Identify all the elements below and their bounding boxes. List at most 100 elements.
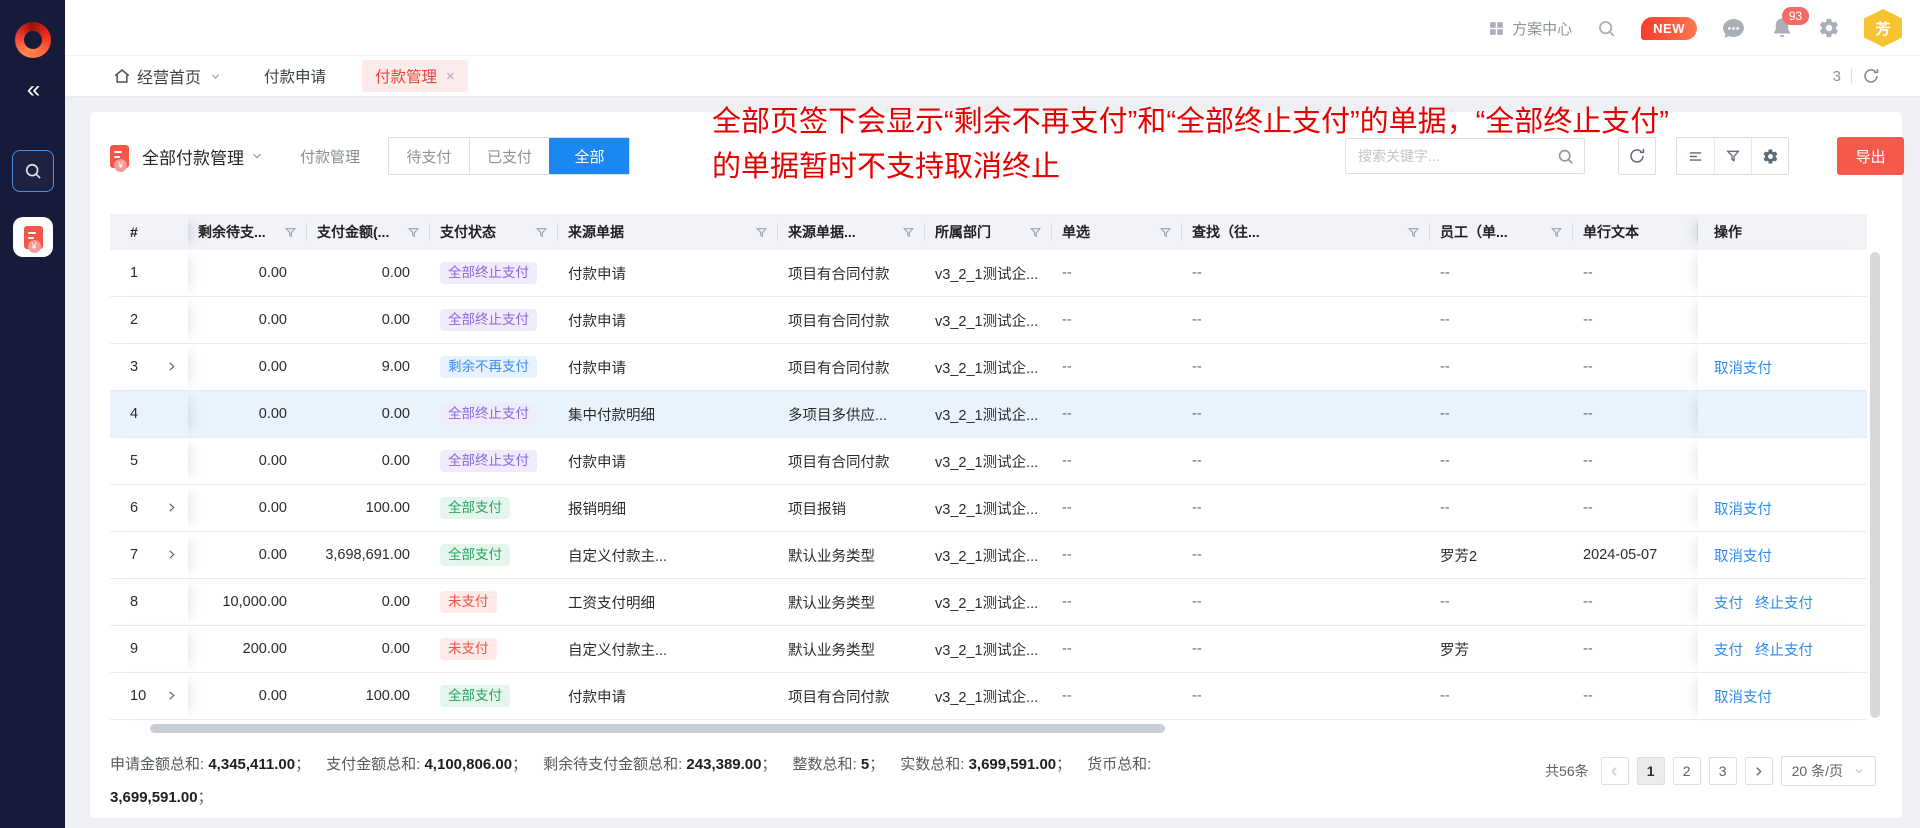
single-line-text-cell: -- xyxy=(1573,673,1698,719)
column-header-8[interactable]: 查找（往... xyxy=(1182,214,1430,250)
column-label: 所属部门 xyxy=(935,222,991,242)
column-header-7[interactable]: 单选 xyxy=(1052,214,1182,250)
filter-segment-待支付[interactable]: 待支付 xyxy=(389,138,469,174)
filter-funnel-icon[interactable] xyxy=(1550,226,1563,239)
user-avatar[interactable]: 芳 xyxy=(1864,9,1902,47)
search-icon[interactable] xyxy=(1556,147,1575,171)
page-button-2[interactable]: 2 xyxy=(1673,757,1701,785)
secondary-title[interactable]: 付款管理 xyxy=(300,146,360,167)
filter-funnel-icon[interactable] xyxy=(535,226,548,239)
table-row[interactable]: 30.009.00剩余不再支付付款申请项目有合同付款v3_2_1测试企...--… xyxy=(110,344,1867,391)
column-settings-button[interactable] xyxy=(1751,138,1788,174)
solution-center-link[interactable]: 方案中心 xyxy=(1488,18,1572,39)
filter-segment-已支付[interactable]: 已支付 xyxy=(469,138,549,174)
action-link-支付[interactable]: 支付 xyxy=(1714,639,1743,660)
table-row[interactable]: 810,000.000.00未支付工资支付明细默认业务类型v3_2_1测试企..… xyxy=(110,579,1867,626)
tab-payment-management[interactable]: 付款管理 × xyxy=(362,60,468,92)
prev-page-button[interactable] xyxy=(1601,757,1629,785)
cell-value: 0.00 xyxy=(382,265,410,281)
cell-value: -- xyxy=(1440,500,1450,516)
collapse-sidebar-icon[interactable]: « xyxy=(0,76,65,104)
row-density-button[interactable] xyxy=(1677,138,1714,174)
vertical-scrollbar[interactable] xyxy=(1870,252,1880,718)
filter-segment-全部[interactable]: 全部 xyxy=(549,138,629,174)
column-header-4[interactable]: 来源单据 xyxy=(558,214,778,250)
expand-row-icon[interactable] xyxy=(166,502,177,513)
page-size-select[interactable]: 20 条/页 xyxy=(1781,756,1876,786)
page-button-3[interactable]: 3 xyxy=(1709,757,1737,785)
payment-amount-cell: 0.00 xyxy=(307,626,430,672)
filter-funnel-icon[interactable] xyxy=(1159,226,1172,239)
action-link-取消支付[interactable]: 取消支付 xyxy=(1714,686,1772,707)
column-header-3[interactable]: 支付状态 xyxy=(430,214,558,250)
search-icon[interactable] xyxy=(1596,18,1617,39)
filter-funnel-icon[interactable] xyxy=(902,226,915,239)
filter-button[interactable] xyxy=(1714,138,1751,174)
action-link-支付[interactable]: 支付 xyxy=(1714,592,1743,613)
chevron-down-icon[interactable] xyxy=(250,149,264,163)
chevron-down-icon xyxy=(209,70,222,83)
action-link-取消支付[interactable]: 取消支付 xyxy=(1714,545,1772,566)
sidebar-search-button[interactable] xyxy=(12,150,54,192)
filter-funnel-icon[interactable] xyxy=(407,226,420,239)
table-row[interactable]: 10.000.00全部终止支付付款申请项目有合同付款v3_2_1测试企...--… xyxy=(110,250,1867,297)
column-header-1[interactable]: 剩余待支... xyxy=(188,214,307,250)
table-row[interactable]: 100.00100.00全部支付付款申请项目有合同付款v3_2_1测试企...-… xyxy=(110,673,1867,720)
payment-amount-cell: 100.00 xyxy=(307,485,430,531)
summary-separator: ； xyxy=(198,789,213,806)
cell-value: 多项目多供应... xyxy=(788,404,887,425)
refresh-button[interactable] xyxy=(1618,137,1656,175)
new-badge[interactable]: NEW xyxy=(1641,17,1697,40)
page-button-1[interactable]: 1 xyxy=(1637,757,1665,785)
action-link-取消支付[interactable]: 取消支付 xyxy=(1714,357,1772,378)
sidebar-item-payment-app[interactable]: ¥ xyxy=(13,217,53,257)
filter-funnel-icon[interactable] xyxy=(1029,226,1042,239)
column-header-9[interactable]: 员工（单... xyxy=(1430,214,1573,250)
single-select-cell: -- xyxy=(1052,485,1182,531)
filter-funnel-icon[interactable] xyxy=(284,226,297,239)
actions-cell: 取消支付 xyxy=(1698,344,1867,390)
view-title[interactable]: 全部付款管理 xyxy=(142,144,244,169)
expand-row-icon[interactable] xyxy=(166,690,177,701)
column-header-2[interactable]: 支付金额(... xyxy=(307,214,430,250)
table-row[interactable]: 70.003,698,691.00全部支付自定义付款主...默认业务类型v3_2… xyxy=(110,532,1867,579)
table-row[interactable]: 9200.000.00未支付自定义付款主...默认业务类型v3_2_1测试企..… xyxy=(110,626,1867,673)
column-header-5[interactable]: 来源单据... xyxy=(778,214,925,250)
table-row[interactable]: 60.00100.00全部支付报销明细项目报销v3_2_1测试企...-----… xyxy=(110,485,1867,532)
filter-funnel-icon[interactable] xyxy=(755,226,768,239)
gear-icon[interactable] xyxy=(1818,17,1840,39)
employee-cell: -- xyxy=(1430,391,1573,437)
action-link-终止支付[interactable]: 终止支付 xyxy=(1755,592,1813,613)
page-size-value: 20 条/页 xyxy=(1792,761,1843,781)
cell-value: v3_2_1测试企... xyxy=(935,451,1038,472)
expand-row-icon[interactable] xyxy=(166,361,177,372)
expand-row-icon[interactable] xyxy=(166,549,177,560)
action-link-取消支付[interactable]: 取消支付 xyxy=(1714,498,1772,519)
filter-funnel-icon[interactable] xyxy=(1407,226,1420,239)
row-index-cell: 10 xyxy=(110,673,188,719)
horizontal-scrollbar[interactable] xyxy=(150,724,1165,733)
search-input[interactable] xyxy=(1346,139,1584,173)
tab-business-home[interactable]: 经营首页 xyxy=(113,64,222,88)
single-select-cell: -- xyxy=(1052,391,1182,437)
payment-status-cell: 未支付 xyxy=(430,579,558,625)
action-link-终止支付[interactable]: 终止支付 xyxy=(1755,639,1813,660)
tab-label: 付款管理 xyxy=(375,65,437,87)
chat-icon[interactable] xyxy=(1721,16,1746,41)
close-icon[interactable]: × xyxy=(446,69,455,84)
notifications-button[interactable]: 93 xyxy=(1770,16,1794,40)
refresh-icon[interactable] xyxy=(1862,67,1880,85)
payment-amount-cell: 0.00 xyxy=(307,250,430,296)
cell-value: 9.00 xyxy=(382,359,410,375)
table-row[interactable]: 20.000.00全部终止支付付款申请项目有合同付款v3_2_1测试企...--… xyxy=(110,297,1867,344)
column-header-6[interactable]: 所属部门 xyxy=(925,214,1052,250)
tab-payment-request[interactable]: 付款申请 xyxy=(264,65,326,87)
table-row[interactable]: 50.000.00全部终止支付付款申请项目有合同付款v3_2_1测试企...--… xyxy=(110,438,1867,485)
app-logo-icon[interactable] xyxy=(15,22,51,58)
next-page-button[interactable] xyxy=(1745,757,1773,785)
payment-amount-cell: 9.00 xyxy=(307,344,430,390)
export-button[interactable]: 导出 xyxy=(1837,137,1904,175)
column-label: 支付金额(... xyxy=(317,222,389,242)
table-row[interactable]: 40.000.00全部终止支付集中付款明细多项目多供应...v3_2_1测试企.… xyxy=(110,391,1867,438)
cell-value: 罗芳 xyxy=(1440,639,1469,660)
